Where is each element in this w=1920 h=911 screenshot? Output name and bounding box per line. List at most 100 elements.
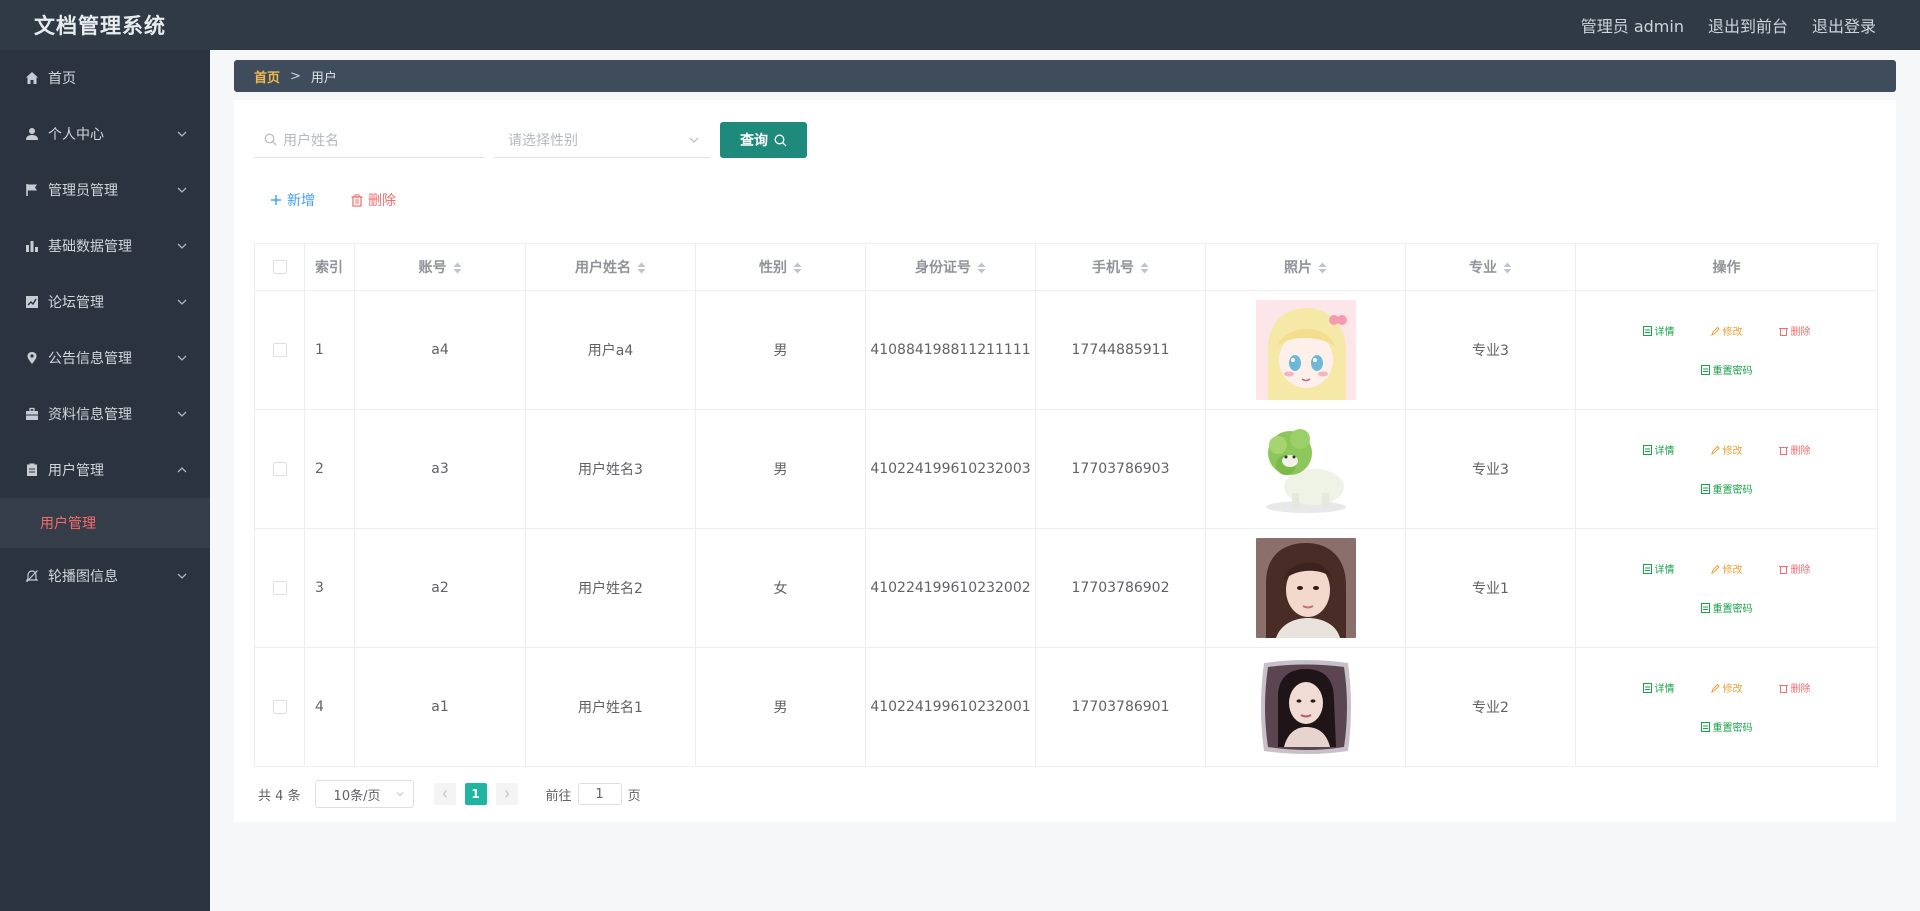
reset-password-label: 重置密码 bbox=[1712, 604, 1753, 615]
sidebar-item-home[interactable]: 首页 bbox=[0, 50, 210, 106]
edit-label: 修改 bbox=[1722, 684, 1743, 695]
admin-user-label[interactable]: 管理员 admin bbox=[1581, 13, 1684, 37]
chevron-down-icon bbox=[177, 299, 187, 305]
select-all-checkbox[interactable] bbox=[272, 260, 287, 274]
edit-button[interactable]: 修改 bbox=[1710, 680, 1743, 695]
cell-index: 4 bbox=[304, 647, 355, 767]
edit-icon bbox=[1710, 564, 1720, 574]
pagination: 共 4 条 10条/页 1 前往 页 bbox=[258, 780, 641, 808]
cell-id-number: 410224199610232001 bbox=[865, 647, 1036, 767]
column-header-photo[interactable]: 照片 bbox=[1205, 243, 1406, 291]
sidebar-item-user-management[interactable]: 用户管理 bbox=[0, 442, 210, 498]
column-header-gender[interactable]: 性别 bbox=[695, 243, 866, 291]
row-checkbox[interactable] bbox=[272, 581, 287, 595]
user-photo-image[interactable] bbox=[1255, 538, 1356, 638]
column-header-id-number[interactable]: 身份证号 bbox=[865, 243, 1036, 291]
delete-label: 删除 bbox=[1790, 684, 1811, 695]
trash-icon bbox=[1778, 565, 1788, 574]
user-photo-image[interactable] bbox=[1255, 300, 1356, 400]
cell-major: 专业3 bbox=[1405, 409, 1576, 529]
row-checkbox[interactable] bbox=[272, 462, 287, 476]
edit-button[interactable]: 修改 bbox=[1710, 323, 1743, 338]
document-icon bbox=[1642, 682, 1652, 693]
reset-password-button[interactable]: 重置密码 bbox=[1700, 481, 1753, 496]
sidebar-item-basic-data[interactable]: 基础数据管理 bbox=[0, 218, 210, 274]
reset-password-button[interactable]: 重置密码 bbox=[1700, 362, 1753, 377]
sidebar-item-personal-center[interactable]: 个人中心 bbox=[0, 106, 210, 162]
column-header-major[interactable]: 专业 bbox=[1405, 243, 1576, 291]
detail-label: 详情 bbox=[1654, 565, 1675, 576]
detail-button[interactable]: 详情 bbox=[1642, 442, 1675, 457]
detail-button[interactable]: 详情 bbox=[1642, 561, 1675, 576]
sidebar-item-carousel[interactable]: 轮播图信息 bbox=[0, 548, 210, 604]
cell-account: a1 bbox=[354, 647, 526, 767]
sort-icon bbox=[1503, 262, 1512, 274]
delete-button[interactable]: 删除 bbox=[1778, 680, 1811, 695]
cell-index: 2 bbox=[304, 409, 355, 529]
cell-ops: 详情 修改 删除 重置密码 bbox=[1575, 409, 1878, 529]
edit-button[interactable]: 修改 bbox=[1710, 561, 1743, 576]
home-icon bbox=[24, 70, 40, 86]
sidebar-item-label: 论坛管理 bbox=[48, 295, 104, 311]
cell-gender: 男 bbox=[695, 647, 866, 767]
page-size-select[interactable]: 10条/页 bbox=[314, 780, 414, 808]
breadcrumb-home-link[interactable]: 首页 bbox=[254, 67, 280, 86]
user-table: 索引 账号 用户姓名 性别 身份证号 手机号 照片 专业 操作 1 a4 用户a… bbox=[254, 243, 1878, 767]
main-panel: 用户姓名 请选择性别 查询 新增 删除 索引 账号 用户姓名 性别 身份证号 手… bbox=[234, 100, 1896, 822]
cell-gender: 男 bbox=[695, 409, 866, 529]
cell-major: 专业3 bbox=[1405, 290, 1576, 410]
logout-link[interactable]: 退出登录 bbox=[1812, 13, 1876, 37]
column-header-label: 性别 bbox=[759, 260, 787, 276]
user-photo-image[interactable] bbox=[1255, 657, 1356, 757]
sidebar-item-materials[interactable]: 资料信息管理 bbox=[0, 386, 210, 442]
user-name-search-input[interactable]: 用户姓名 bbox=[254, 122, 484, 158]
edit-button[interactable]: 修改 bbox=[1710, 442, 1743, 457]
delete-button[interactable]: 删除 bbox=[1778, 442, 1811, 457]
chevron-down-icon bbox=[177, 411, 187, 417]
user-photo-image[interactable] bbox=[1255, 419, 1356, 519]
action-row: 新增 删除 bbox=[270, 190, 396, 210]
column-header-account[interactable]: 账号 bbox=[354, 243, 526, 291]
edit-label: 修改 bbox=[1722, 327, 1743, 338]
row-checkbox[interactable] bbox=[272, 700, 287, 714]
goto-page-input[interactable] bbox=[577, 783, 622, 805]
sidebar-item-notice[interactable]: 公告信息管理 bbox=[0, 330, 210, 386]
page-number-button[interactable]: 1 bbox=[464, 783, 487, 805]
sidebar-item-admin-management[interactable]: 管理员管理 bbox=[0, 162, 210, 218]
table-row: 4 a1 用户姓名1 男 410224199610232001 17703786… bbox=[254, 647, 1878, 767]
cell-id-number: 410224199610232002 bbox=[865, 528, 1036, 648]
gender-select[interactable]: 请选择性别 bbox=[494, 122, 710, 158]
plus-icon bbox=[271, 195, 281, 205]
query-button[interactable]: 查询 bbox=[720, 122, 807, 158]
prev-page-button[interactable] bbox=[433, 783, 456, 805]
sort-icon bbox=[1318, 262, 1327, 274]
reset-password-button[interactable]: 重置密码 bbox=[1700, 719, 1753, 734]
delete-button[interactable]: 删除 bbox=[1778, 323, 1811, 338]
edit-icon bbox=[1710, 445, 1720, 455]
column-header-phone[interactable]: 手机号 bbox=[1035, 243, 1206, 291]
column-header-name[interactable]: 用户姓名 bbox=[525, 243, 696, 291]
row-select-cell bbox=[254, 528, 305, 648]
next-page-button[interactable] bbox=[495, 783, 518, 805]
cell-name: 用户姓名3 bbox=[525, 409, 696, 529]
trash-icon bbox=[1778, 327, 1788, 336]
cell-gender: 男 bbox=[695, 290, 866, 410]
sidebar: 首页 个人中心 管理员管理 基础数据管理 论坛管理 公告信息管理 资料信息管理 … bbox=[0, 50, 210, 911]
row-checkbox[interactable] bbox=[272, 343, 287, 357]
batch-delete-button[interactable]: 删除 bbox=[351, 190, 396, 210]
document-icon bbox=[1642, 563, 1652, 574]
cell-ops: 详情 修改 删除 重置密码 bbox=[1575, 647, 1878, 767]
cell-photo bbox=[1205, 290, 1406, 410]
table-row: 3 a2 用户姓名2 女 410224199610232002 17703786… bbox=[254, 528, 1878, 648]
query-button-label: 查询 bbox=[740, 133, 768, 149]
top-bar: 文档管理系统 管理员 admin 退出到前台 退出登录 bbox=[0, 0, 1920, 50]
reset-password-button[interactable]: 重置密码 bbox=[1700, 600, 1753, 615]
sidebar-item-forum[interactable]: 论坛管理 bbox=[0, 274, 210, 330]
back-to-front-link[interactable]: 退出到前台 bbox=[1708, 13, 1788, 37]
add-button[interactable]: 新增 bbox=[270, 190, 315, 210]
submenu-item-user-management[interactable]: 用户管理 bbox=[0, 498, 210, 548]
cell-name: 用户姓名1 bbox=[525, 647, 696, 767]
delete-button[interactable]: 删除 bbox=[1778, 561, 1811, 576]
detail-button[interactable]: 详情 bbox=[1642, 323, 1675, 338]
detail-button[interactable]: 详情 bbox=[1642, 680, 1675, 695]
